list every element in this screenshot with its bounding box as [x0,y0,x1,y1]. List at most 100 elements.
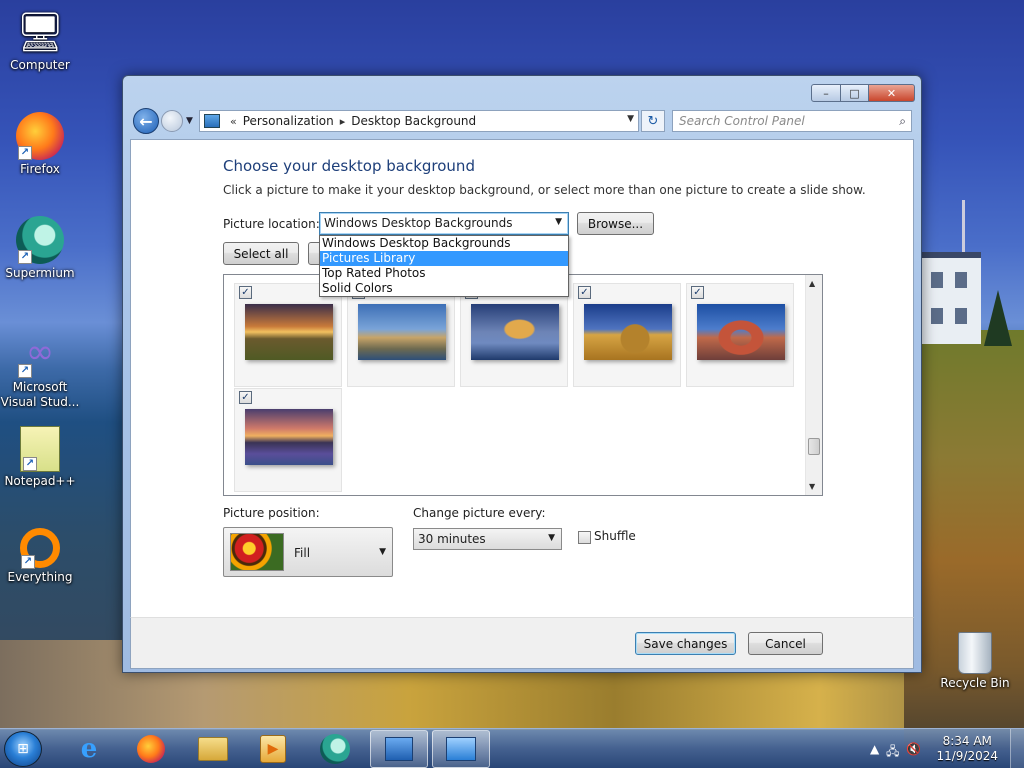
taskbar-control-panel[interactable] [432,730,490,768]
recent-pages-dropdown[interactable]: ▼ [186,116,193,126]
picture-location-select[interactable]: Windows Desktop Backgrounds ▼ [319,212,569,235]
gallery-scrollbar[interactable]: ▲ ▼ [805,275,822,495]
system-clock[interactable]: 8:34 AM 11/9/2024 [936,734,998,764]
content-pane: Choose your desktop background Click a p… [130,139,914,617]
breadcrumb-overflow[interactable]: « [230,115,237,128]
thumbnail-item[interactable]: ✓ [234,388,342,492]
thumbnail-image [697,304,785,360]
scroll-down-icon[interactable]: ▼ [809,482,815,491]
thumbnail-item[interactable]: ✓ [460,283,568,387]
shuffle-label[interactable]: Shuffle [594,529,636,543]
breadcrumb-desktop-background[interactable]: Desktop Background [351,114,476,128]
scrollbar-thumb[interactable] [808,438,820,455]
clock-date: 11/9/2024 [936,749,998,763]
back-button[interactable]: ← [133,108,159,134]
desktop-icon-everything[interactable]: ↗ Everything [0,528,80,584]
shortcut-arrow-icon: ↗ [18,364,32,378]
shortcut-arrow-icon: ↗ [18,146,32,160]
firefox-icon: ↗ [16,112,64,160]
desktop-icon-recycle-bin[interactable]: Recycle Bin [935,632,1015,690]
checkbox-checked-icon[interactable]: ✓ [239,286,252,299]
shortcut-arrow-icon: ↗ [18,250,32,264]
picture-location-label: Picture location: [223,217,320,231]
chevron-down-icon: ▼ [379,547,386,557]
picture-position-select[interactable]: Fill ▼ [223,527,393,577]
checkbox-checked-icon[interactable]: ✓ [578,286,591,299]
thumbnail-image [358,304,446,360]
control-panel-window: – □ ✕ ← ▼ « Personalization ▸ Desktop Ba… [122,75,922,673]
address-bar[interactable]: « Personalization ▸ Desktop Background ▼ [199,110,639,132]
notepadpp-icon: ↗ [20,426,60,472]
maximize-button[interactable]: □ [841,84,869,102]
start-button[interactable]: ⊞ [4,731,42,767]
thumbnail-image [584,304,672,360]
desktop-icon-firefox[interactable]: ↗ Firefox [0,112,80,176]
internet-explorer-icon: e [80,734,98,764]
desktop-icon-label: Microsoft Visual Stud... [0,380,80,409]
clock-time: 8:34 AM [942,734,992,748]
close-button[interactable]: ✕ [869,84,915,102]
taskbar-firefox[interactable] [122,730,180,768]
everything-icon: ↗ [20,528,60,569]
desktop-icon-visual-studio[interactable]: ∞ ↗ Microsoft Visual Stud... [0,330,80,410]
network-icon[interactable]: 🖧 [886,742,899,763]
search-input[interactable]: Search Control Panel ⌕ [672,110,912,132]
desktop-icon-label: Supermium [5,266,75,280]
address-dropdown-icon[interactable]: ▼ [627,114,634,124]
show-hidden-icons-icon[interactable]: ▲ [870,742,879,756]
change-picture-value: 30 minutes [418,532,486,546]
cancel-button[interactable]: Cancel [748,632,823,655]
taskbar-file-explorer[interactable] [184,730,242,768]
shortcut-arrow-icon: ↗ [21,555,35,569]
volume-muted-icon[interactable]: 🔇 [906,742,921,756]
checkbox-checked-icon[interactable]: ✓ [239,391,252,404]
taskbar-media-player[interactable]: ▶ [244,730,302,768]
thumbnail-image [245,304,333,360]
shuffle-checkbox[interactable] [578,531,591,544]
desktop-icon-label: Recycle Bin [940,676,1010,690]
desktop-icon-notepadpp[interactable]: ↗ Notepad++ [0,426,80,488]
media-player-icon: ▶ [260,735,286,763]
breadcrumb-separator-icon[interactable]: ▸ [340,115,346,128]
chevron-down-icon: ▼ [548,533,555,543]
picture-position-value: Fill [294,546,311,560]
thumbnail-item[interactable]: ✓ [347,283,455,387]
forward-button[interactable] [161,110,183,132]
checkbox-checked-icon[interactable]: ✓ [691,286,704,299]
desktop-icon-label: Computer [10,58,70,72]
refresh-button[interactable]: ↻ [641,110,665,132]
caption-buttons: – □ ✕ [811,84,915,102]
scroll-up-icon[interactable]: ▲ [809,279,815,288]
browse-button[interactable]: Browse... [577,212,654,235]
thumbnail-item[interactable]: ✓ [573,283,681,387]
dropdown-option-top-rated-photos[interactable]: Top Rated Photos [320,266,568,281]
picture-position-label: Picture position: [223,506,320,520]
background-gallery: ✓ ✓ ✓ ✓ ✓ ✓ ▲ [223,274,823,496]
desktop-icon-supermium[interactable]: ↗ Supermium [0,216,80,280]
breadcrumb-personalization[interactable]: Personalization [243,114,334,128]
flower-preview-icon [230,533,284,571]
control-panel-icon [446,737,476,761]
picture-location-dropdown-list: Windows Desktop Backgrounds Pictures Lib… [319,235,569,297]
thumbnail-item[interactable]: ✓ [686,283,794,387]
taskbar-internet-explorer[interactable]: e [60,730,118,768]
thumbnail-item[interactable]: ✓ [234,283,342,387]
computer-icon: 🖥 [16,10,65,54]
system-tray: ▲ 🖧 🔇 8:34 AM 11/9/2024 [864,729,1024,768]
thumbnail-image [245,409,333,465]
dropdown-option-solid-colors[interactable]: Solid Colors [320,281,568,296]
taskbar-remote-desktop[interactable] [370,730,428,768]
save-changes-button[interactable]: Save changes [635,632,736,655]
change-picture-select[interactable]: 30 minutes ▼ [413,528,562,550]
dropdown-option-windows-desktop-backgrounds[interactable]: Windows Desktop Backgrounds [320,236,568,251]
taskbar-supermium[interactable] [306,730,364,768]
search-icon[interactable]: ⌕ [899,114,906,129]
select-all-button[interactable]: Select all [223,242,299,265]
supermium-icon [320,734,350,764]
remote-desktop-icon [385,737,413,761]
desktop-icon-computer[interactable]: 🖥 Computer [0,8,80,72]
dropdown-option-pictures-library[interactable]: Pictures Library [320,251,568,266]
show-desktop-button[interactable] [1010,729,1024,768]
minimize-button[interactable]: – [811,84,841,102]
control-panel-icon [204,114,220,128]
